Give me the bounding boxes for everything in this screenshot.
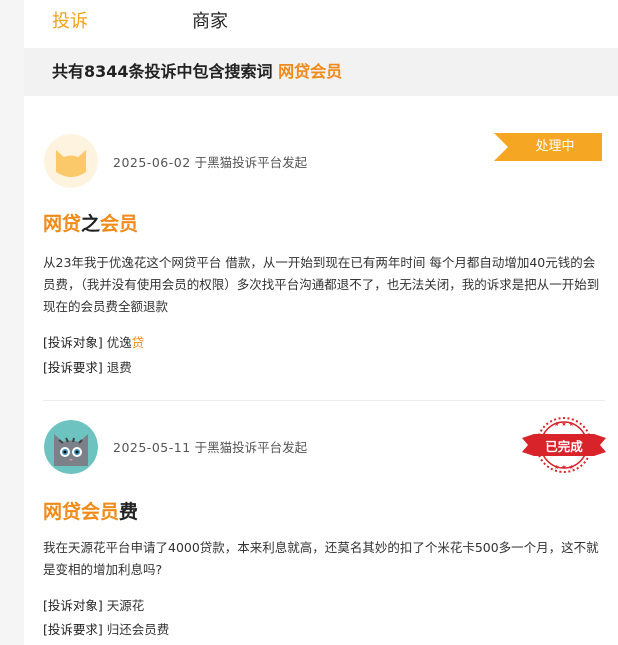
title-keyword: 网贷: [43, 213, 82, 235]
result-count-text: 共有8344条投诉中包含搜索词: [52, 62, 273, 81]
complaint-request-row: [投诉要求] 退费: [43, 358, 132, 378]
target-label: [投诉对象]: [43, 335, 103, 350]
complaint-title[interactable]: 网贷之会员: [43, 211, 138, 237]
complaint-meta: 2025-06-02 于黑猫投诉平台发起: [113, 154, 307, 172]
status-label: 已完成: [545, 439, 583, 454]
target-value[interactable]: 优逸贷: [107, 335, 145, 350]
complaint-source: 于黑猫投诉平台发起: [194, 155, 308, 170]
title-keyword: 网贷会员: [43, 501, 120, 523]
complaint-meta: 2025-05-11 于黑猫投诉平台发起: [113, 439, 307, 457]
tab-merchants[interactable]: 商家: [192, 10, 228, 34]
complaint-body: 从23年我于优逸花这个网贷平台 借款，从一开始到现在已有两年时间 每个月都自动增…: [43, 255, 600, 314]
request-label: [投诉要求]: [43, 622, 103, 637]
grey-cat-avatar: [44, 420, 98, 474]
target-keyword: 贷: [131, 335, 145, 350]
complaint-body: 我在天源花平台申请了4000贷款，本来利息就高，还莫名其妙的扣了个米花卡500多…: [43, 540, 599, 577]
status-badge-processing: 处理中: [494, 133, 602, 161]
search-result-banner: 共有8344条投诉中包含搜索词 网贷会员: [24, 48, 618, 96]
yellow-cat-avatar: [44, 134, 98, 188]
complaint-date: 2025-06-02: [113, 155, 191, 170]
request-value: 归还会员费: [106, 622, 170, 637]
complaint-title[interactable]: 网贷会员费: [43, 499, 138, 525]
title-text: 费: [119, 501, 139, 523]
target-value[interactable]: 天源花: [107, 598, 145, 613]
complaint-card[interactable]: 2025-05-11 于黑猫投诉平台发起 ★ ★ ★ ★ ★ ★ 已完成 网贷会…: [24, 401, 618, 645]
request-value: 退费: [106, 360, 132, 375]
status-label: 处理中: [535, 139, 575, 154]
title-text: 之: [81, 213, 101, 235]
complaint-target-row: [投诉对象] 天源花: [43, 596, 144, 616]
complaint-date: 2025-05-11: [113, 440, 191, 455]
title-keyword: 会员: [100, 213, 139, 235]
complaint-request-row: [投诉要求] 归还会员费: [43, 620, 169, 640]
complaint-card[interactable]: 2025-06-02 于黑猫投诉平台发起 处理中 网贷之会员 从23年我于优逸花…: [24, 96, 618, 401]
svg-text:★ ★ ★: ★ ★ ★: [554, 464, 574, 471]
result-summary: 共有8344条投诉中包含搜索词 网贷会员: [52, 61, 342, 83]
complaint-source: 于黑猫投诉平台发起: [194, 440, 308, 455]
completed-seal-icon: ★ ★ ★ ★ ★ ★ 已完成: [522, 416, 606, 478]
request-label: [投诉要求]: [43, 360, 103, 375]
tab-complaints[interactable]: 投诉: [52, 10, 88, 34]
tab-bar: 投诉 商家: [24, 0, 618, 48]
svg-text:★ ★ ★: ★ ★ ★: [554, 421, 574, 428]
target-text: 优逸: [106, 335, 132, 350]
page: 投诉 商家 共有8344条投诉中包含搜索词 网贷会员 2025-06-02 于黑…: [24, 0, 618, 645]
search-keyword: 网贷会员: [278, 62, 343, 81]
target-label: [投诉对象]: [43, 598, 103, 613]
complaint-target-row: [投诉对象] 优逸贷: [43, 333, 144, 353]
